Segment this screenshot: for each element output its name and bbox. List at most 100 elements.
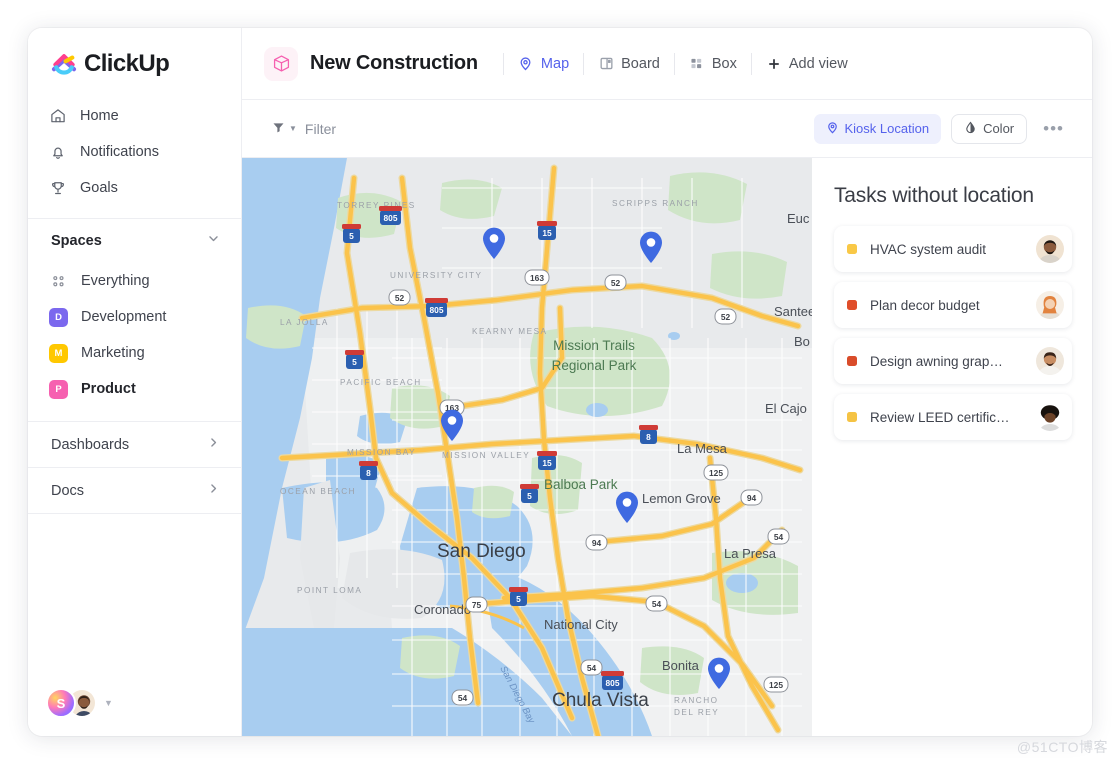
- toolbar: ▼ Filter Kiosk Location Color •••: [242, 100, 1092, 158]
- spaces-list: Everything D Development M Marketing P P…: [28, 263, 241, 407]
- svg-text:San Diego: San Diego: [437, 541, 526, 562]
- svg-text:Mission Trails: Mission Trails: [553, 338, 635, 353]
- svg-text:5: 5: [516, 594, 521, 604]
- color-label: Color: [983, 121, 1015, 136]
- avatar[interactable]: [1036, 403, 1064, 431]
- sidebar-item-goals[interactable]: Goals: [38, 170, 231, 206]
- tasks-without-location-panel: Tasks without location HVAC system audit: [812, 158, 1092, 736]
- sidebar-item-dashboards[interactable]: Dashboards: [28, 421, 241, 467]
- add-view-button[interactable]: Add view: [755, 50, 859, 78]
- board-icon: [598, 56, 614, 72]
- map-pin-icon: [518, 56, 534, 72]
- more-options-button[interactable]: •••: [1037, 118, 1070, 139]
- space-item-product-label: Product: [81, 381, 136, 397]
- task-row[interactable]: Plan decor budget: [834, 282, 1072, 328]
- funnel-icon: [272, 121, 285, 137]
- svg-text:SCRIPPS RANCH: SCRIPPS RANCH: [612, 199, 699, 208]
- svg-text:Bo: Bo: [794, 334, 810, 349]
- task-name: Review LEED certific…: [870, 409, 1010, 425]
- trophy-icon: [49, 179, 67, 197]
- space-item-product[interactable]: P Product: [38, 371, 231, 407]
- tab-box[interactable]: Box: [678, 50, 748, 78]
- svg-text:LA JOLLA: LA JOLLA: [280, 318, 329, 327]
- svg-text:POINT LOMA: POINT LOMA: [297, 586, 362, 595]
- tab-map-label: Map: [540, 55, 570, 72]
- plus-icon: [766, 56, 782, 72]
- svg-text:163: 163: [530, 273, 544, 283]
- chevron-right-icon: [207, 482, 220, 500]
- watermark: @51CTO博客: [1016, 739, 1108, 755]
- clickup-logo[interactable]: ClickUp: [28, 28, 241, 96]
- sidebar-footer: S ▼: [28, 674, 241, 736]
- svg-text:15: 15: [542, 228, 552, 238]
- svg-text:125: 125: [769, 680, 783, 690]
- svg-text:DEL REY: DEL REY: [674, 708, 719, 717]
- avatar[interactable]: [1036, 291, 1064, 319]
- tab-divider: [750, 52, 752, 75]
- svg-text:RANCHO: RANCHO: [674, 696, 718, 705]
- map-marker-5[interactable]: [706, 656, 732, 690]
- box-cube-icon: [264, 46, 298, 81]
- space-item-development[interactable]: D Development: [38, 299, 231, 335]
- main-area: New Construction Map Board Box Add view …: [242, 28, 1092, 736]
- tab-board[interactable]: Board: [587, 50, 671, 78]
- map-marker-2[interactable]: [638, 230, 664, 264]
- task-row[interactable]: Design awning grap…: [834, 338, 1072, 384]
- svg-text:52: 52: [721, 312, 731, 322]
- svg-text:52: 52: [395, 293, 405, 303]
- sidebar-item-docs[interactable]: Docs: [28, 467, 241, 513]
- kiosk-location-pill[interactable]: Kiosk Location: [813, 113, 942, 144]
- task-row[interactable]: HVAC system audit: [834, 226, 1072, 272]
- space-item-everything-label: Everything: [81, 273, 150, 289]
- chevron-down-icon[interactable]: ▼: [104, 698, 113, 708]
- sidebar-item-home[interactable]: Home: [38, 98, 231, 134]
- chevron-down-icon: [207, 232, 220, 250]
- map-canvas[interactable]: .area-lbl{font-family:"Liberation Sans",…: [242, 158, 812, 736]
- page-title: New Construction: [310, 52, 478, 74]
- space-badge-development: D: [49, 307, 68, 327]
- add-view-label: Add view: [788, 55, 848, 72]
- svg-text:El Cajo: El Cajo: [765, 401, 807, 416]
- svg-text:Balboa Park: Balboa Park: [544, 477, 618, 492]
- svg-text:MISSION VALLEY: MISSION VALLEY: [442, 451, 530, 460]
- map-pin-icon: [826, 121, 839, 137]
- svg-text:TORREY PINES: TORREY PINES: [337, 201, 416, 210]
- tab-box-label: Box: [711, 55, 737, 72]
- svg-text:OCEAN BEACH: OCEAN BEACH: [280, 487, 356, 496]
- svg-text:La Presa: La Presa: [724, 546, 777, 561]
- avatar[interactable]: [1036, 235, 1064, 263]
- map-marker-1[interactable]: [481, 226, 507, 260]
- svg-text:Santee: Santee: [774, 304, 812, 319]
- tab-divider: [583, 52, 585, 75]
- color-button[interactable]: Color: [951, 113, 1028, 144]
- clickup-logo-text: ClickUp: [84, 50, 170, 77]
- filter-button[interactable]: ▼ Filter: [264, 116, 344, 142]
- tab-divider: [673, 52, 675, 75]
- svg-text:54: 54: [652, 599, 662, 609]
- sidebar-item-goals-label: Goals: [80, 180, 118, 196]
- spaces-header[interactable]: Spaces: [28, 219, 241, 263]
- svg-text:805: 805: [384, 213, 398, 223]
- primary-nav: Home Notifications Goals: [28, 96, 241, 206]
- bell-icon: [49, 143, 67, 161]
- task-name: HVAC system audit: [870, 241, 987, 257]
- svg-text:Lemon Grove: Lemon Grove: [642, 491, 721, 506]
- svg-text:54: 54: [458, 693, 468, 703]
- tab-board-label: Board: [621, 55, 660, 72]
- workspace-avatar[interactable]: S: [46, 688, 76, 718]
- sidebar-item-docs-label: Docs: [51, 482, 85, 499]
- task-row[interactable]: Review LEED certific…: [834, 394, 1072, 440]
- status-badge: [847, 300, 857, 310]
- sidebar-item-notifications[interactable]: Notifications: [38, 134, 231, 170]
- spaces-label: Spaces: [51, 233, 102, 249]
- tab-map[interactable]: Map: [507, 50, 580, 78]
- caret-down-icon: ▼: [289, 124, 297, 133]
- map-marker-4[interactable]: [614, 490, 640, 524]
- space-item-marketing[interactable]: M Marketing: [38, 335, 231, 371]
- space-item-everything[interactable]: Everything: [38, 263, 231, 299]
- svg-text:8: 8: [366, 468, 371, 478]
- status-badge: [847, 412, 857, 422]
- avatar[interactable]: [1036, 347, 1064, 375]
- map-marker-3[interactable]: [439, 408, 465, 442]
- svg-text:52: 52: [611, 278, 621, 288]
